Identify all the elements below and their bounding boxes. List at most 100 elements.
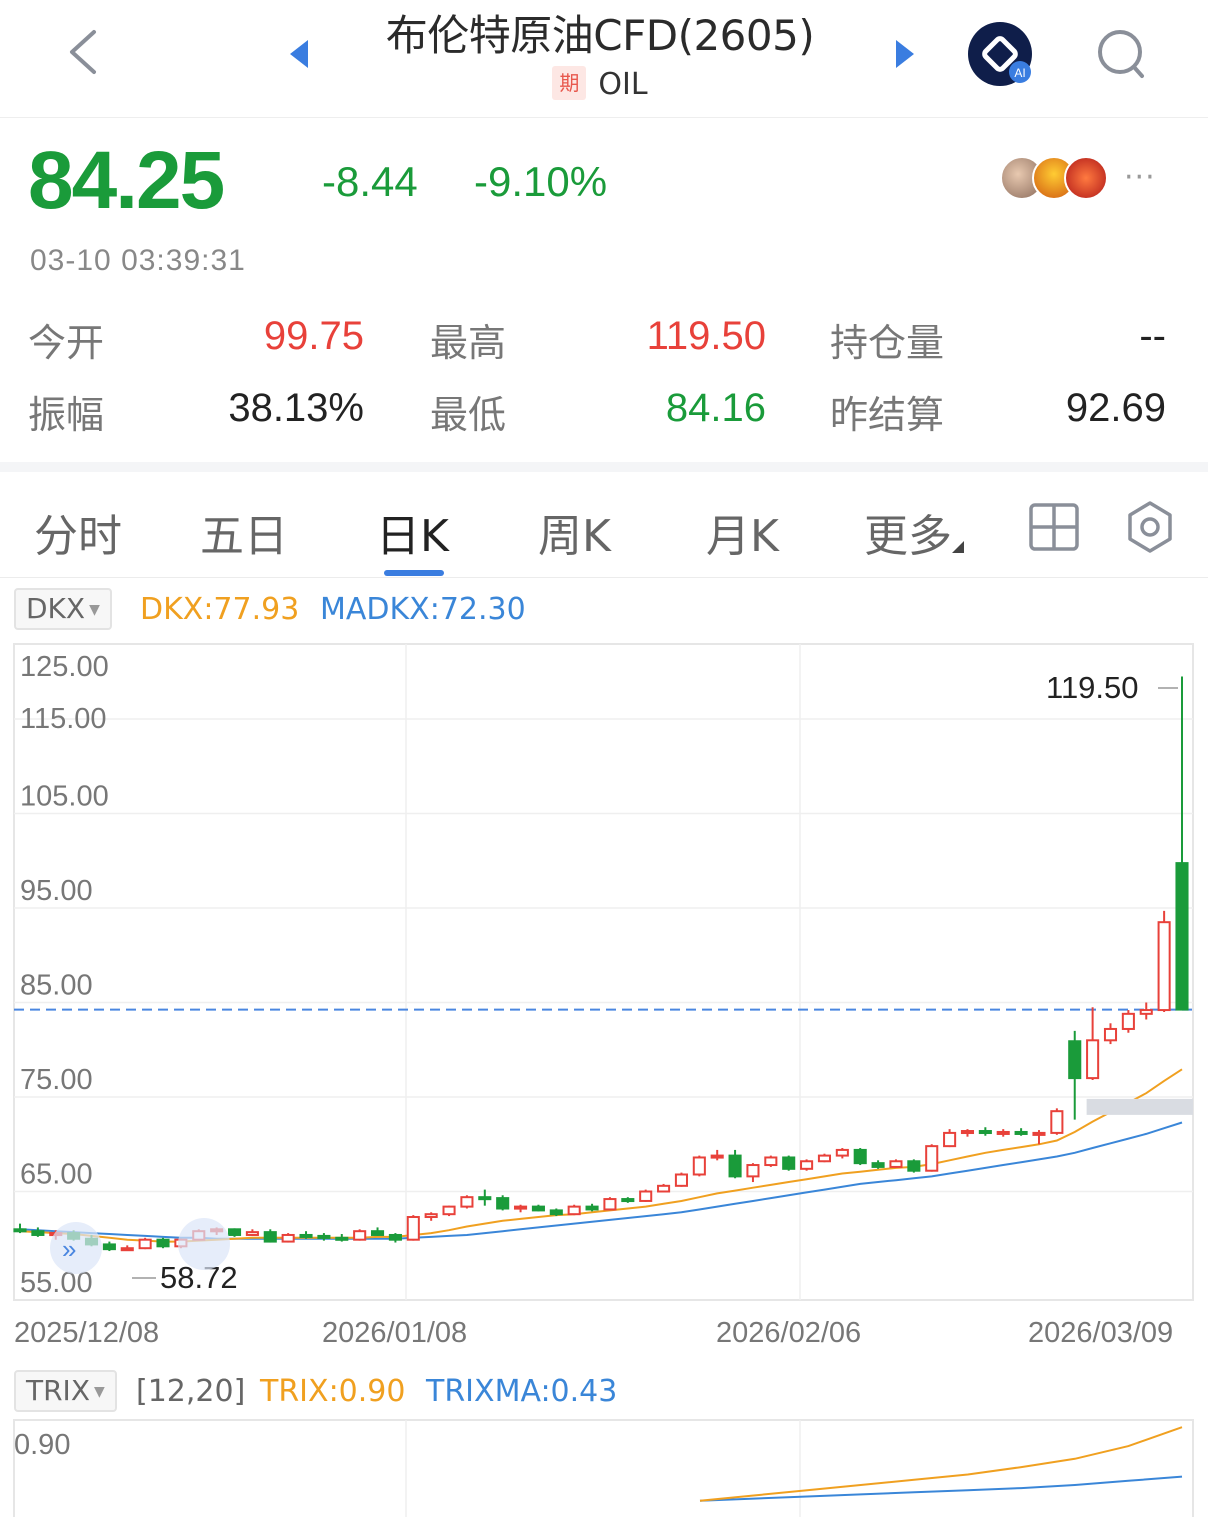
dkx-line bbox=[19, 1068, 1183, 1243]
scroll-bubble bbox=[178, 1218, 230, 1270]
active-tab-indicator bbox=[384, 570, 444, 576]
open-interest-value: -- bbox=[1139, 314, 1166, 358]
candle-body bbox=[621, 1198, 635, 1203]
last-price: 84.25 bbox=[28, 135, 225, 226]
candle-body bbox=[710, 1154, 724, 1159]
candle-body bbox=[674, 1173, 688, 1187]
candle-body bbox=[996, 1130, 1010, 1135]
chevron-down-icon: ▼ bbox=[89, 602, 100, 618]
search-icon[interactable] bbox=[1094, 24, 1150, 84]
tab-daily-k[interactable]: 日K bbox=[376, 500, 449, 564]
candle-body bbox=[817, 1154, 832, 1163]
candles bbox=[13, 676, 1189, 1252]
candle-body bbox=[1032, 1131, 1046, 1136]
main-indicator-name: DKX bbox=[26, 592, 86, 625]
trix-chart[interactable]: 0.90 bbox=[0, 1416, 1208, 1517]
kline-chart[interactable]: 125.00115.00105.0095.0085.0075.0065.0055… bbox=[0, 636, 1208, 1356]
candle-body bbox=[925, 1145, 939, 1172]
y-tick-label: 95.00 bbox=[20, 875, 93, 907]
high-label: 最高 bbox=[430, 321, 507, 365]
candle-body bbox=[317, 1234, 331, 1239]
main-indicator-select[interactable]: DKX ▼ bbox=[14, 588, 112, 630]
candle-body bbox=[746, 1164, 760, 1178]
candle-body bbox=[478, 1196, 492, 1201]
trix-params: [12,20] bbox=[136, 1374, 246, 1409]
candle-body bbox=[370, 1230, 385, 1236]
quote-timestamp: 03-10 03:39:31 bbox=[30, 244, 246, 277]
low-value: 84.16 bbox=[665, 386, 766, 430]
candle-body bbox=[1014, 1130, 1028, 1135]
candle-body bbox=[406, 1216, 420, 1241]
candle-body bbox=[281, 1233, 295, 1243]
section-divider bbox=[0, 462, 1208, 472]
candle-body bbox=[1103, 1027, 1118, 1042]
prev-instrument-icon[interactable] bbox=[284, 36, 314, 72]
candle-body bbox=[960, 1130, 975, 1135]
price-change-percent: -9.10% bbox=[474, 158, 608, 205]
candle-body bbox=[603, 1198, 617, 1211]
candle-body bbox=[531, 1205, 545, 1212]
trixma-line bbox=[699, 1475, 1183, 1502]
tab-intraday[interactable]: 分时 bbox=[34, 500, 122, 564]
tab-monthly-k[interactable]: 月K bbox=[706, 500, 779, 564]
x-tick-label: 2026/03/09 bbox=[1028, 1317, 1173, 1349]
sub-indicator-name: TRIX bbox=[26, 1374, 90, 1407]
back-arrow-icon[interactable] bbox=[62, 26, 106, 78]
candle-body bbox=[1086, 1039, 1100, 1080]
y-tick-label: 105.00 bbox=[20, 781, 109, 813]
candle-body bbox=[299, 1233, 313, 1238]
instrument-code: 期 OIL bbox=[500, 66, 700, 102]
price-change: -8.44 bbox=[322, 158, 418, 205]
candle-body bbox=[245, 1231, 259, 1236]
x-tick-label: 2025/12/08 bbox=[14, 1317, 159, 1349]
svg-text:AI: AI bbox=[1014, 66, 1025, 80]
axis-labels: 125.00115.00105.0095.0085.0075.0065.0055… bbox=[14, 651, 1178, 1349]
dkx-value: DKX:77.93 bbox=[140, 592, 300, 627]
candle-body bbox=[889, 1160, 903, 1168]
candle-body bbox=[800, 1160, 814, 1170]
candle-body bbox=[943, 1131, 957, 1148]
trix-value: TRIX:0.90 bbox=[260, 1374, 406, 1409]
ai-assistant-icon[interactable]: AI bbox=[966, 20, 1036, 88]
high-value: 119.50 bbox=[646, 314, 766, 358]
candle-body bbox=[514, 1205, 528, 1210]
candle-body bbox=[567, 1205, 581, 1216]
y-tick-label: 85.00 bbox=[20, 970, 93, 1002]
candle-body bbox=[657, 1184, 671, 1193]
layout-grid-icon[interactable] bbox=[1028, 502, 1080, 552]
candle-body bbox=[871, 1162, 885, 1168]
candle-body bbox=[460, 1196, 474, 1208]
madkx-value: MADKX:72.30 bbox=[320, 592, 526, 627]
tab-five-day[interactable]: 五日 bbox=[200, 500, 288, 564]
futures-badge: 期 bbox=[552, 66, 587, 100]
candle-body bbox=[496, 1197, 510, 1210]
candle-body bbox=[1175, 862, 1189, 1011]
candle-body bbox=[1121, 1012, 1135, 1030]
page-title: 布伦特原油CFD(2605) bbox=[385, 11, 815, 60]
y-tick-label: 65.00 bbox=[20, 1159, 93, 1191]
candle-body bbox=[156, 1238, 170, 1248]
candle-body bbox=[853, 1148, 867, 1165]
trix-line bbox=[699, 1426, 1183, 1502]
candle-body bbox=[978, 1130, 992, 1135]
sub-indicator-select[interactable]: TRIX ▼ bbox=[14, 1370, 117, 1412]
candle-body bbox=[335, 1236, 349, 1241]
avatar bbox=[1064, 156, 1108, 200]
dropdown-corner-icon bbox=[952, 541, 964, 553]
amplitude-label: 振幅 bbox=[28, 393, 105, 437]
community-avatars[interactable] bbox=[1000, 156, 1110, 202]
x-tick-label: 2026/01/08 bbox=[322, 1317, 467, 1349]
tab-more[interactable]: 更多 bbox=[864, 500, 964, 564]
candle-body bbox=[353, 1230, 367, 1241]
x-tick-label: 2026/02/06 bbox=[716, 1317, 861, 1349]
y-tick-label: 75.00 bbox=[20, 1064, 93, 1096]
settings-icon[interactable] bbox=[1124, 500, 1176, 554]
candle-body bbox=[227, 1228, 242, 1236]
app-header: 布伦特原油CFD(2605) 期 OIL AI bbox=[0, 0, 1208, 118]
chart-period-tabs: 分时 五日 日K 周K 月K 更多 bbox=[0, 472, 1208, 578]
more-options-icon[interactable]: ··· bbox=[1124, 160, 1156, 195]
tab-weekly-k[interactable]: 周K bbox=[538, 500, 611, 564]
candle-body bbox=[764, 1156, 778, 1167]
next-instrument-icon[interactable] bbox=[890, 36, 920, 72]
y-tick-label: 115.00 bbox=[20, 703, 107, 735]
